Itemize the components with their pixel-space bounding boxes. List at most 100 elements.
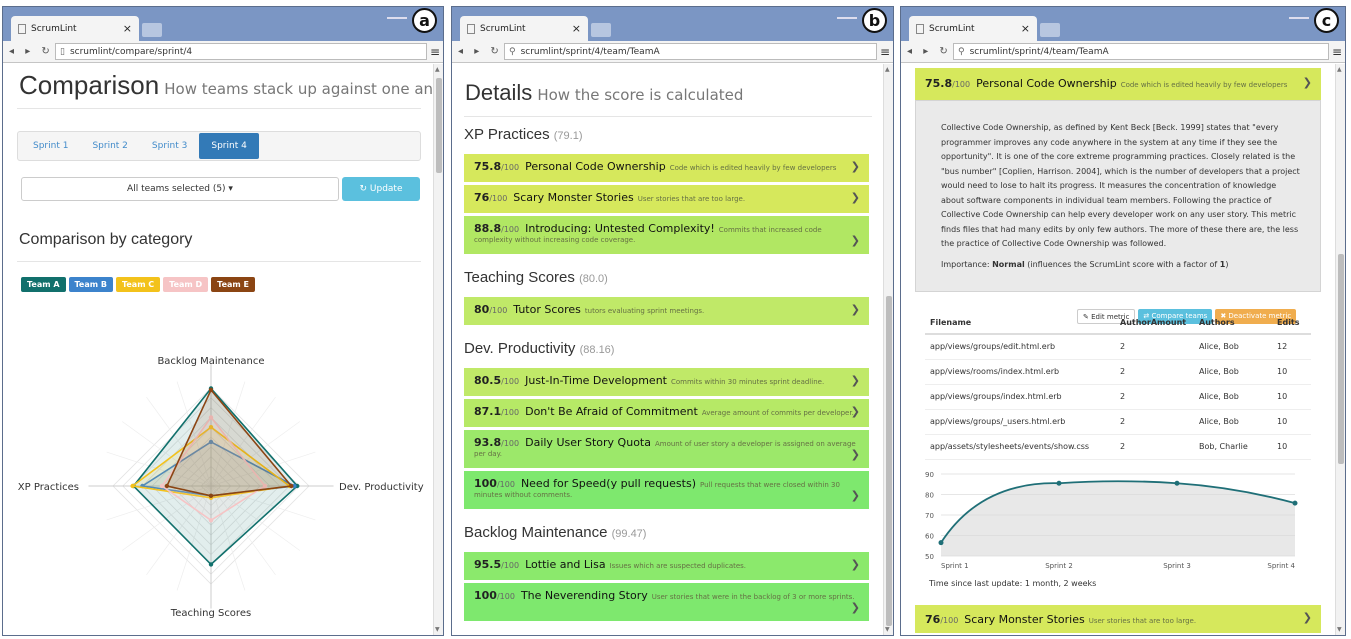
data-point[interactable]	[159, 483, 165, 489]
metric-desc: Code which is edited heavily by few deve…	[669, 164, 837, 172]
chevron-right-icon[interactable]: ❯	[851, 374, 860, 387]
scroll-thumb[interactable]	[886, 296, 892, 626]
table-row[interactable]: app/views/rooms/index.html.erb 2 Alice, Bo…	[925, 359, 1311, 385]
metric-row[interactable]: 80.5/100 Just-In-Time Development Commits …	[464, 368, 869, 396]
scrollbar[interactable]: ▲ ▼	[433, 64, 443, 635]
new-tab-button[interactable]	[142, 23, 162, 37]
metric-header[interactable]: 75.8/100 Personal Code Ownership Code whic…	[915, 68, 1321, 100]
metric-row[interactable]: 95.5/100 Lottie and Lisa Issues which are …	[464, 552, 869, 580]
table-row[interactable]: app/views/groups/_users.html.erb 2 Alice, …	[925, 409, 1311, 435]
table-cell: 2	[1115, 334, 1194, 360]
legend-team-d[interactable]: Team D	[163, 277, 209, 292]
data-point[interactable]	[1174, 480, 1180, 486]
scroll-up-icon[interactable]: ▲	[885, 66, 890, 73]
data-point[interactable]	[1292, 500, 1298, 506]
sprint-pill[interactable]: Sprint 2	[80, 133, 139, 159]
update-button[interactable]: ↻ Update	[342, 177, 420, 201]
page-icon	[467, 23, 475, 34]
data-point[interactable]	[208, 493, 214, 498]
minimize-icon[interactable]	[387, 11, 407, 19]
chevron-right-icon[interactable]: ❯	[851, 405, 860, 418]
chevron-right-icon[interactable]: ❯	[1303, 611, 1312, 624]
table-cell: 2	[1115, 384, 1194, 410]
metric-out-of: /100	[496, 480, 515, 489]
scroll-down-icon[interactable]: ▼	[435, 626, 440, 633]
metric-row-collapsed[interactable]: 76/100 Scary Monster Stories User stories …	[915, 605, 1321, 633]
table-row[interactable]: app/assets/stylesheets/events/show.css 2 B…	[925, 434, 1311, 460]
table-row[interactable]: app/views/groups/index.html.erb 2 Alice, B…	[925, 384, 1311, 410]
minimize-icon[interactable]	[1289, 11, 1309, 19]
chevron-right-icon[interactable]: ❯	[851, 303, 860, 316]
history-line-chart: 90 80 70 60 50 Sprint 1 Sprint 2 Sprint 3 Sprint…	[925, 471, 1298, 570]
minimize-icon[interactable]	[837, 11, 857, 19]
chevron-right-icon[interactable]: ❯	[851, 160, 860, 173]
importance-note-end: )	[1225, 259, 1229, 269]
metric-row[interactable]: 76/100 Scary Monster Stories User stories …	[464, 185, 869, 213]
data-point[interactable]	[208, 562, 214, 567]
scroll-up-icon[interactable]: ▲	[1337, 66, 1342, 73]
scroll-up-icon[interactable]: ▲	[435, 66, 440, 73]
scroll-down-icon[interactable]: ▼	[885, 626, 890, 633]
scrollbar[interactable]: ▲ ▼	[1335, 64, 1345, 635]
chevron-down-icon[interactable]: ❯	[1303, 76, 1312, 89]
browser-tab[interactable]: ScrumLint ×	[460, 16, 588, 41]
browser-tab[interactable]: ScrumLint ×	[11, 16, 139, 41]
data-point[interactable]	[208, 387, 214, 393]
metric-row[interactable]: 93.8/100 Daily User Story Quota Amount of …	[464, 430, 869, 468]
nav-buttons[interactable]: ◂ ▸ ↻	[3, 46, 55, 57]
menu-icon[interactable]: ≡	[1329, 45, 1345, 59]
chevron-right-icon[interactable]: ❯	[851, 448, 860, 461]
data-point[interactable]	[164, 483, 170, 489]
legend-team-e[interactable]: Team E	[211, 277, 255, 292]
scrollbar[interactable]: ▲ ▼	[883, 64, 893, 635]
chevron-right-icon[interactable]: ❯	[851, 601, 860, 614]
data-point[interactable]	[130, 483, 135, 489]
url-field[interactable]: ▯ scrumlint/compare/sprint/4	[55, 43, 427, 60]
url-field[interactable]: ⚲ scrumlint/sprint/4/team/TeamA	[953, 43, 1329, 60]
column-header[interactable]: AuthorAmount	[1115, 311, 1194, 335]
column-header[interactable]: Authors	[1194, 311, 1272, 335]
metric-row[interactable]: 100/100 Need for Speed(y pull requests) Pu…	[464, 471, 869, 509]
metric-row[interactable]: 100/100 The Neverending Story User stories…	[464, 583, 869, 621]
metric-row[interactable]: 75.8/100 Personal Code Ownership Code whic…	[464, 154, 869, 182]
new-tab-button[interactable]	[591, 23, 611, 37]
close-tab-icon[interactable]: ×	[1021, 22, 1030, 35]
legend-team-b[interactable]: Team B	[68, 277, 113, 292]
chevron-right-icon[interactable]: ❯	[851, 191, 860, 204]
chevron-right-icon[interactable]: ❯	[851, 489, 860, 502]
sprint-pill[interactable]: Sprint 1	[21, 133, 80, 159]
column-header[interactable]: Edits	[1272, 311, 1311, 335]
data-point[interactable]	[938, 540, 944, 546]
metric-desc: User stories that are too large.	[1088, 617, 1197, 625]
nav-buttons[interactable]: ◂ ▸ ↻	[901, 46, 953, 57]
sprint-pill-active[interactable]: Sprint 4	[199, 133, 259, 159]
scroll-down-icon[interactable]: ▼	[1337, 626, 1342, 633]
metric-out-of: /100	[501, 225, 520, 234]
table-row[interactable]: app/views/groups/edit.html.erb 2 Alice, Bo…	[925, 334, 1311, 360]
team-select-dropdown[interactable]: All teams selected (5) ▾	[21, 177, 339, 201]
menu-icon[interactable]: ≡	[427, 45, 443, 59]
browser-tab[interactable]: ScrumLint ×	[909, 16, 1037, 41]
metric-row[interactable]: 80/100 Tutor Scores tutors evaluating spri…	[464, 297, 869, 325]
metric-row[interactable]: 88.8/100 Introducing: Untested Complexity…	[464, 216, 869, 254]
close-tab-icon[interactable]: ×	[572, 22, 581, 35]
data-point[interactable]	[289, 483, 294, 489]
url-field[interactable]: ⚲ scrumlint/sprint/4/team/TeamA	[504, 43, 877, 60]
column-header[interactable]: Filename	[925, 311, 1115, 335]
menu-icon[interactable]: ≡	[877, 45, 893, 59]
scroll-thumb[interactable]	[436, 78, 442, 173]
refresh-icon: ↻	[359, 184, 370, 194]
section-heading: XP Practices (79.1)	[464, 126, 583, 143]
chevron-right-icon[interactable]: ❯	[851, 234, 860, 247]
legend-team-a[interactable]: Team A	[21, 277, 66, 292]
new-tab-button[interactable]	[1040, 23, 1060, 37]
chevron-right-icon[interactable]: ❯	[851, 558, 860, 571]
data-point[interactable]	[1056, 480, 1062, 486]
scroll-thumb[interactable]	[1338, 254, 1344, 464]
sprint-pill[interactable]: Sprint 3	[140, 133, 199, 159]
data-point[interactable]	[208, 518, 214, 523]
nav-buttons[interactable]: ◂ ▸ ↻	[452, 46, 504, 57]
legend-team-c[interactable]: Team C	[115, 277, 161, 292]
metric-row[interactable]: 87.1/100 Don't Be Afraid of Commitment Ave…	[464, 399, 869, 427]
close-tab-icon[interactable]: ×	[123, 22, 132, 35]
